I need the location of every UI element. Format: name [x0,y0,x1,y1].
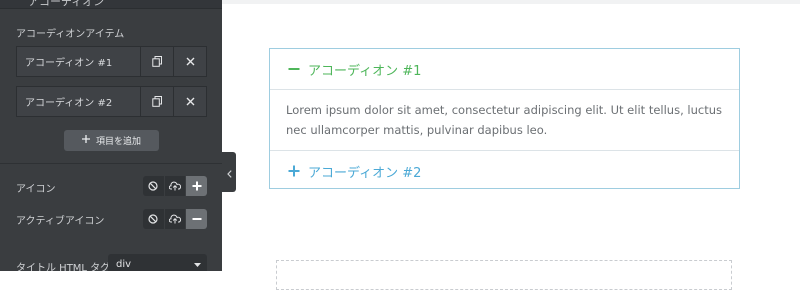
active-icon-label: アクティブアイコン [16,216,105,227]
none-icon[interactable] [143,209,165,229]
accordion-title-text: アコーディオン #1 [308,63,422,79]
plus-icon[interactable] [186,176,207,196]
duplicate-icon[interactable] [140,87,173,116]
none-icon[interactable] [143,176,165,196]
repeater-item-2[interactable]: アコーディオン #2 [16,86,207,117]
add-item-label: 項目を追加 [95,137,141,147]
editor-panel: アコーディオン アコーディオンアイテム アコーディオン #1 アコーディオン #… [0,0,222,271]
upload-icon[interactable] [165,209,187,229]
icon-label: アイコン [16,184,56,195]
collapse-panel-toggle[interactable] [222,152,236,192]
preview-top-band [222,0,800,4]
accordion-item-1-content: Lorem ipsum dolor sit amet, consectetur … [286,103,722,137]
title-html-tag-label: タイトル HTML タグ [16,263,111,271]
chevron-left-icon [226,163,232,182]
icon-choices [143,176,207,196]
accordion-title-text: アコーディオン #2 [308,165,422,181]
upload-icon[interactable] [165,176,187,196]
chevron-down-icon [194,259,201,270]
accordion-widget: アコーディオン #1 Lorem ipsum dolor sit amet, c… [269,48,740,189]
plus-icon [286,162,302,181]
repeater-item-1[interactable]: アコーディオン #1 [16,46,207,77]
minus-icon [286,60,302,79]
section-header-label: アコーディオン [28,0,105,8]
repeater-item-title[interactable]: アコーディオン #1 [17,47,140,76]
accordion-item-2-title[interactable]: アコーディオン #2 [270,150,739,191]
title-html-tag-select[interactable]: div [108,254,207,271]
active-icon-choices [143,209,207,229]
divider [0,163,222,164]
remove-icon[interactable] [173,47,206,76]
duplicate-icon[interactable] [140,47,173,76]
accordion-item-1-title[interactable]: アコーディオン #1 [270,49,739,90]
plus-icon [81,135,90,146]
accordion-items-label: アコーディオンアイテム [16,29,125,40]
repeater-item-title[interactable]: アコーディオン #2 [17,87,140,116]
add-item-button[interactable]: 項目を追加 [64,130,159,151]
remove-icon[interactable] [173,87,206,116]
select-value: div [116,258,132,270]
section-header[interactable]: アコーディオン [0,0,222,9]
minus-icon[interactable] [186,209,207,229]
empty-section-dropzone[interactable] [276,260,732,290]
